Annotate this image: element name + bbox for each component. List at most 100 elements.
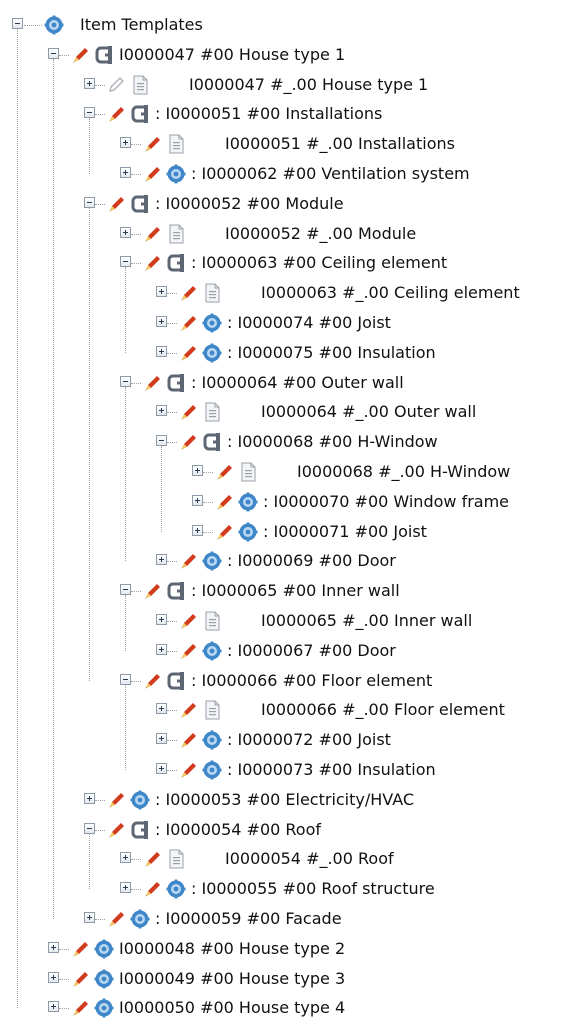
gear-icon[interactable] bbox=[94, 939, 114, 959]
tree-node[interactable]: I0000063 #_.00 Ceiling element bbox=[0, 278, 584, 308]
tree-node[interactable]: I0000054 #_.00 Roof bbox=[0, 844, 584, 874]
tree-node-label[interactable]: : I0000063 #00 Ceiling element bbox=[191, 253, 447, 273]
tree-node-label[interactable]: I0000068 #_.00 H-Window bbox=[297, 462, 510, 482]
expand-toggle[interactable] bbox=[48, 1001, 59, 1013]
expand-toggle[interactable] bbox=[156, 316, 167, 327]
expand-toggle[interactable] bbox=[156, 554, 167, 566]
tree-node-label[interactable]: I0000047 #00 House type 1 bbox=[119, 45, 345, 65]
tree-node-label[interactable]: : I0000071 #00 Joist bbox=[263, 522, 427, 542]
collapse-toggle[interactable] bbox=[156, 435, 167, 447]
tree-node[interactable]: : I0000070 #00 Window frame bbox=[0, 487, 584, 517]
pencil-icon[interactable] bbox=[142, 224, 162, 244]
tree-node-label[interactable]: : I0000052 #00 Module bbox=[155, 194, 344, 214]
tree-node-label[interactable]: I0000049 #00 House type 3 bbox=[119, 969, 345, 989]
gear-icon[interactable] bbox=[166, 164, 186, 184]
tree-node-label[interactable]: I0000054 #_.00 Roof bbox=[225, 849, 394, 869]
clamp-icon[interactable] bbox=[130, 194, 150, 214]
pencil-icon[interactable] bbox=[70, 998, 90, 1018]
tree-node-label[interactable]: : I0000072 #00 Joist bbox=[227, 730, 391, 750]
tree-node[interactable]: : I0000063 #00 Ceiling element bbox=[0, 248, 584, 278]
tree-node[interactable]: I0000068 #_.00 H-Window bbox=[0, 457, 584, 487]
pencil-icon[interactable] bbox=[70, 939, 90, 959]
pencil-icon[interactable] bbox=[214, 522, 234, 542]
expand-toggle[interactable] bbox=[156, 405, 167, 417]
tree-node-label[interactable]: I0000063 #_.00 Ceiling element bbox=[261, 283, 520, 303]
pencil-icon[interactable] bbox=[70, 45, 90, 65]
gear-icon[interactable] bbox=[202, 760, 222, 780]
tree-node[interactable]: I0000050 #00 House type 4 bbox=[0, 993, 584, 1023]
tree-node[interactable]: : I0000065 #00 Inner wall bbox=[0, 576, 584, 606]
pencil-icon[interactable] bbox=[178, 611, 198, 631]
tree-node-label[interactable]: : I0000059 #00 Facade bbox=[155, 909, 342, 929]
clamp-icon[interactable] bbox=[166, 581, 186, 601]
expand-toggle[interactable] bbox=[156, 763, 167, 774]
collapse-toggle[interactable] bbox=[48, 47, 59, 59]
expand-toggle[interactable] bbox=[156, 703, 167, 715]
gear-icon[interactable] bbox=[202, 641, 222, 661]
tree-node-label[interactable]: I0000065 #_.00 Inner wall bbox=[261, 611, 472, 631]
document-icon[interactable] bbox=[202, 283, 222, 303]
gear-icon[interactable] bbox=[130, 909, 150, 929]
tree-node[interactable]: : I0000064 #00 Outer wall bbox=[0, 368, 584, 398]
tree-node-label[interactable]: : I0000062 #00 Ventilation system bbox=[191, 164, 470, 184]
tree-node-label[interactable]: I0000064 #_.00 Outer wall bbox=[261, 402, 476, 422]
clamp-icon[interactable] bbox=[166, 253, 186, 273]
clamp-icon[interactable] bbox=[202, 432, 222, 452]
pencil-icon[interactable] bbox=[178, 402, 198, 422]
collapse-toggle[interactable] bbox=[12, 18, 23, 29]
expand-toggle[interactable] bbox=[156, 614, 167, 625]
pencil-icon[interactable] bbox=[178, 343, 198, 363]
collapse-toggle[interactable] bbox=[84, 107, 95, 119]
pencil-icon[interactable] bbox=[178, 730, 198, 750]
pencil-icon[interactable] bbox=[106, 790, 126, 810]
tree-node[interactable]: I0000047 #_.00 House type 1 bbox=[0, 70, 584, 100]
expand-toggle[interactable] bbox=[84, 77, 95, 89]
expand-toggle[interactable] bbox=[84, 792, 95, 804]
collapse-toggle[interactable] bbox=[84, 196, 95, 208]
clamp-icon[interactable] bbox=[94, 45, 114, 65]
tree-node-label[interactable]: I0000052 #_.00 Module bbox=[225, 224, 416, 244]
tree-node[interactable]: : I0000071 #00 Joist bbox=[0, 517, 584, 547]
tree-node[interactable]: I0000065 #_.00 Inner wall bbox=[0, 606, 584, 636]
pencil-icon[interactable] bbox=[178, 283, 198, 303]
document-icon[interactable] bbox=[202, 402, 222, 422]
pencil-icon[interactable] bbox=[142, 373, 162, 393]
clamp-icon[interactable] bbox=[166, 671, 186, 691]
tree-node[interactable]: I0000049 #00 House type 3 bbox=[0, 964, 584, 994]
expand-toggle[interactable] bbox=[120, 852, 131, 864]
pencil-icon[interactable] bbox=[106, 194, 126, 214]
tree-node-label[interactable]: : I0000073 #00 Insulation bbox=[227, 760, 436, 780]
expand-toggle[interactable] bbox=[156, 345, 167, 357]
document-icon[interactable] bbox=[202, 611, 222, 631]
pencil-icon[interactable] bbox=[178, 700, 198, 720]
gear-icon[interactable] bbox=[94, 969, 114, 989]
tree-node[interactable]: I0000051 #_.00 Installations bbox=[0, 129, 584, 159]
gear-icon[interactable] bbox=[202, 343, 222, 363]
pencil-icon[interactable] bbox=[106, 75, 126, 95]
tree-node-label[interactable]: I0000047 #_.00 House type 1 bbox=[189, 75, 428, 95]
document-icon[interactable] bbox=[166, 134, 186, 154]
pencil-icon[interactable] bbox=[142, 879, 162, 899]
tree-root-label[interactable]: Item Templates bbox=[80, 15, 203, 35]
gear-icon[interactable] bbox=[94, 998, 114, 1018]
tree-node[interactable]: I0000047 #00 House type 1 bbox=[0, 40, 584, 70]
pencil-icon[interactable] bbox=[214, 462, 234, 482]
gear-icon[interactable] bbox=[44, 15, 64, 35]
collapse-toggle[interactable] bbox=[120, 256, 131, 268]
collapse-toggle[interactable] bbox=[120, 584, 131, 596]
tree-node[interactable]: : I0000054 #00 Roof bbox=[0, 815, 584, 845]
pencil-icon[interactable] bbox=[178, 641, 198, 661]
tree-node-label[interactable]: : I0000075 #00 Insulation bbox=[227, 343, 436, 363]
pencil-icon[interactable] bbox=[178, 313, 198, 333]
tree-node[interactable]: I0000052 #_.00 Module bbox=[0, 219, 584, 249]
document-icon[interactable] bbox=[238, 462, 258, 482]
expand-toggle[interactable] bbox=[156, 286, 167, 298]
clamp-icon[interactable] bbox=[166, 373, 186, 393]
collapse-toggle[interactable] bbox=[120, 375, 131, 387]
gear-icon[interactable] bbox=[238, 522, 258, 542]
tree-node[interactable]: : I0000068 #00 H-Window bbox=[0, 427, 584, 457]
pencil-icon[interactable] bbox=[178, 551, 198, 571]
pencil-icon[interactable] bbox=[106, 820, 126, 840]
clamp-icon[interactable] bbox=[130, 104, 150, 124]
tree-node-label[interactable]: : I0000069 #00 Door bbox=[227, 551, 396, 571]
